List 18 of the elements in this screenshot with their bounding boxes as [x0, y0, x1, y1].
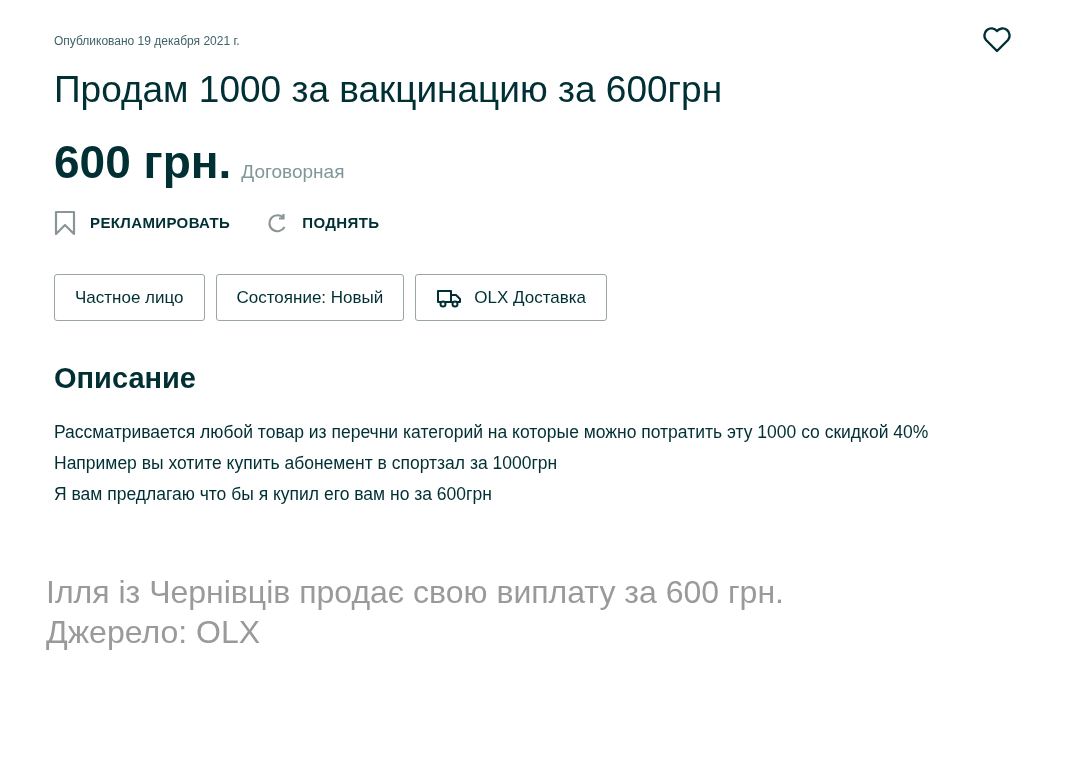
caption-text: Джерело: OLX: [46, 612, 262, 652]
action-button[interactable]: ПОДНЯТЬ: [266, 211, 380, 235]
tag: Состояние: Новый: [215, 274, 405, 321]
publish-date: Опубликовано 19 декабря 2021 г.: [54, 33, 240, 50]
listing-title: Продам 1000 за вакцинацию за 600грн: [54, 68, 724, 112]
description-text: Рассматривается любой товар из перечни категорий на которые можно потратить эту 1000 со скидкой 40%: [54, 420, 930, 444]
bookmark-icon: [54, 210, 76, 236]
description-heading: Описание: [54, 361, 197, 396]
price: 600 грн.: [54, 135, 232, 190]
tag: Частное лицо: [54, 274, 205, 321]
action-button[interactable]: РЕКЛАМИРОВАТЬ: [54, 210, 231, 236]
truck-icon: [436, 287, 463, 308]
description-text: Например вы хотите купить абонемент в спортзал за 1000грн: [54, 451, 559, 475]
price-note: Договорная: [241, 160, 345, 184]
caption-text: Ілля із Чернівців продає свою виплату за 600 грн.: [46, 572, 785, 612]
tag: OLX Доставка: [415, 274, 607, 321]
description-text: Я вам предлагаю что бы я купил его вам но за 600грн: [54, 482, 493, 506]
heart-icon[interactable]: [982, 26, 1012, 54]
